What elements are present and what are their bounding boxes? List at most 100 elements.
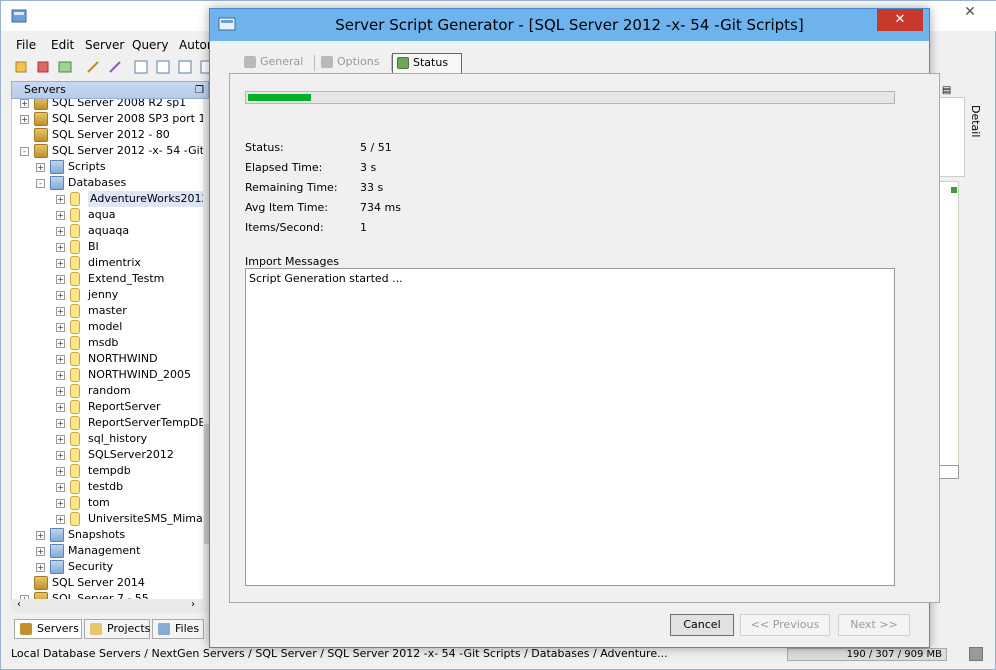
expand-icon[interactable]: +: [56, 435, 65, 444]
disconnect-icon[interactable]: [35, 59, 51, 75]
tab-projects[interactable]: Projects: [84, 619, 150, 639]
script-wand-icon[interactable]: [107, 59, 123, 75]
servers-panel: Servers ❐ + SQL Server 2008 R2 sp1 + SQL Se…: [11, 81, 211, 641]
tab-general-label: General: [260, 55, 304, 68]
status-tab-icon: [397, 57, 409, 69]
tab-status[interactable]: Status: [392, 53, 462, 73]
collapse-icon[interactable]: -: [36, 179, 45, 188]
expand-icon[interactable]: +: [56, 467, 65, 476]
wand-icon[interactable]: [85, 59, 101, 75]
server-script-generator-dialog: Server Script Generator - [SQL Server 20…: [209, 8, 940, 648]
expand-icon[interactable]: +: [36, 163, 45, 172]
tree-item-label: aqua: [88, 208, 116, 221]
elapsed-time-value: 3 s: [360, 161, 377, 174]
expand-icon[interactable]: +: [56, 339, 65, 348]
expand-icon[interactable]: +: [56, 195, 65, 204]
previous-button[interactable]: << Previous: [740, 614, 830, 636]
expand-icon[interactable]: +: [20, 115, 29, 124]
dialog-titlebar: Server Script Generator - [SQL Server 20…: [210, 9, 929, 41]
expand-icon[interactable]: +: [56, 211, 65, 220]
detail-tab[interactable]: Detail: [969, 105, 982, 137]
compare-icon[interactable]: [155, 59, 171, 75]
expand-icon[interactable]: +: [56, 419, 65, 428]
dialog-close-button[interactable]: ✕: [877, 9, 923, 31]
expand-icon[interactable]: +: [36, 563, 45, 572]
items-per-second-label: Items/Second:: [245, 221, 324, 234]
menu-edit[interactable]: Edit: [51, 38, 74, 52]
expand-icon[interactable]: +: [36, 531, 45, 540]
expand-icon[interactable]: +: [56, 243, 65, 252]
expand-icon[interactable]: +: [56, 275, 65, 284]
scroll-left-icon[interactable]: ‹: [17, 599, 21, 610]
database-icon: [70, 480, 80, 494]
expand-icon[interactable]: +: [56, 307, 65, 316]
status-value: 5 / 51: [360, 141, 392, 154]
avg-item-time-label: Avg Item Time:: [245, 201, 329, 214]
tree-item-label: SQL Server 7 - 55: [52, 592, 149, 599]
expand-icon[interactable]: +: [56, 451, 65, 460]
tree-item-label: Snapshots: [68, 528, 126, 541]
expand-icon[interactable]: +: [56, 483, 65, 492]
tree-item-label: SQL Server 2012 -x- 54 -Git Scr: [52, 144, 203, 157]
expand-icon[interactable]: +: [56, 259, 65, 268]
menu-query[interactable]: Query: [132, 38, 168, 52]
servers-panel-header: Servers ❐: [11, 81, 209, 99]
tree-horizontal-scrollbar[interactable]: ‹ ›: [11, 599, 211, 613]
expand-icon[interactable]: +: [56, 515, 65, 524]
tree-item-label: dimentrix: [88, 256, 141, 269]
expand-icon[interactable]: +: [56, 371, 65, 380]
files-icon: [158, 623, 170, 635]
tree-item-label: SQL Server 2012 - 80: [52, 128, 170, 141]
menu-autor[interactable]: Autor: [179, 38, 212, 52]
expand-icon[interactable]: +: [20, 99, 29, 108]
projects-icon: [90, 623, 102, 635]
expand-icon[interactable]: +: [56, 403, 65, 412]
tree-item-label: AdventureWorks2012: [88, 191, 203, 207]
app-close-button[interactable]: ✕: [947, 2, 993, 22]
status-marker-icon: [951, 187, 957, 193]
expand-icon[interactable]: +: [36, 547, 45, 556]
tree-item-label: BI: [88, 240, 99, 253]
menu-file[interactable]: File: [16, 38, 36, 52]
database-icon: [70, 320, 80, 334]
import-messages-label: Import Messages: [245, 255, 339, 268]
panel-restore-icon[interactable]: ❐: [195, 83, 204, 99]
server-icon: [34, 112, 48, 126]
expand-icon[interactable]: +: [56, 499, 65, 508]
database-icon: [70, 192, 80, 206]
find-icon[interactable]: [133, 59, 149, 75]
tab-files[interactable]: Files: [152, 619, 204, 639]
grid-icon[interactable]: [57, 59, 73, 75]
expand-icon[interactable]: +: [56, 387, 65, 396]
expand-icon[interactable]: +: [56, 355, 65, 364]
next-button[interactable]: Next >>: [838, 614, 910, 636]
tree-item-label: Scripts: [68, 160, 106, 173]
expand-icon[interactable]: +: [56, 323, 65, 332]
status-tab-content: Status: 5 / 51 Elapsed Time: 3 s Remaini…: [229, 73, 940, 603]
tab-general[interactable]: General: [240, 53, 310, 73]
import-messages-textarea[interactable]: Script Generation started ...: [245, 268, 895, 586]
menu-server[interactable]: Server: [85, 38, 124, 52]
tree-item-label: Databases: [68, 176, 127, 189]
scroll-right-icon[interactable]: ›: [191, 599, 195, 610]
tree-item-label: Extend_Testm: [88, 272, 165, 285]
tree-item-label: msdb: [88, 336, 119, 349]
tree-item-label: UniversiteSMS_MimarSi: [88, 512, 203, 525]
garbage-collect-icon[interactable]: [969, 647, 983, 661]
tab-servers[interactable]: Servers: [14, 619, 82, 639]
tree-item-label: SQLServer2012: [88, 448, 174, 461]
folder-icon: [50, 528, 64, 542]
collapse-icon[interactable]: -: [20, 147, 29, 156]
expand-icon[interactable]: +: [56, 227, 65, 236]
tab-options-label: Options: [337, 55, 380, 68]
options-tab-icon: [321, 56, 333, 68]
cancel-button[interactable]: Cancel: [670, 614, 734, 636]
expand-icon[interactable]: +: [56, 291, 65, 300]
tree-item-label: SQL Server 2014: [52, 576, 145, 589]
general-tab-icon: [244, 56, 256, 68]
search-db-icon[interactable]: [177, 59, 193, 75]
new-connection-icon[interactable]: [13, 59, 29, 75]
database-icon: [70, 208, 80, 222]
tree-item-label: NORTHWIND: [88, 352, 158, 365]
tab-options[interactable]: Options: [317, 53, 387, 73]
